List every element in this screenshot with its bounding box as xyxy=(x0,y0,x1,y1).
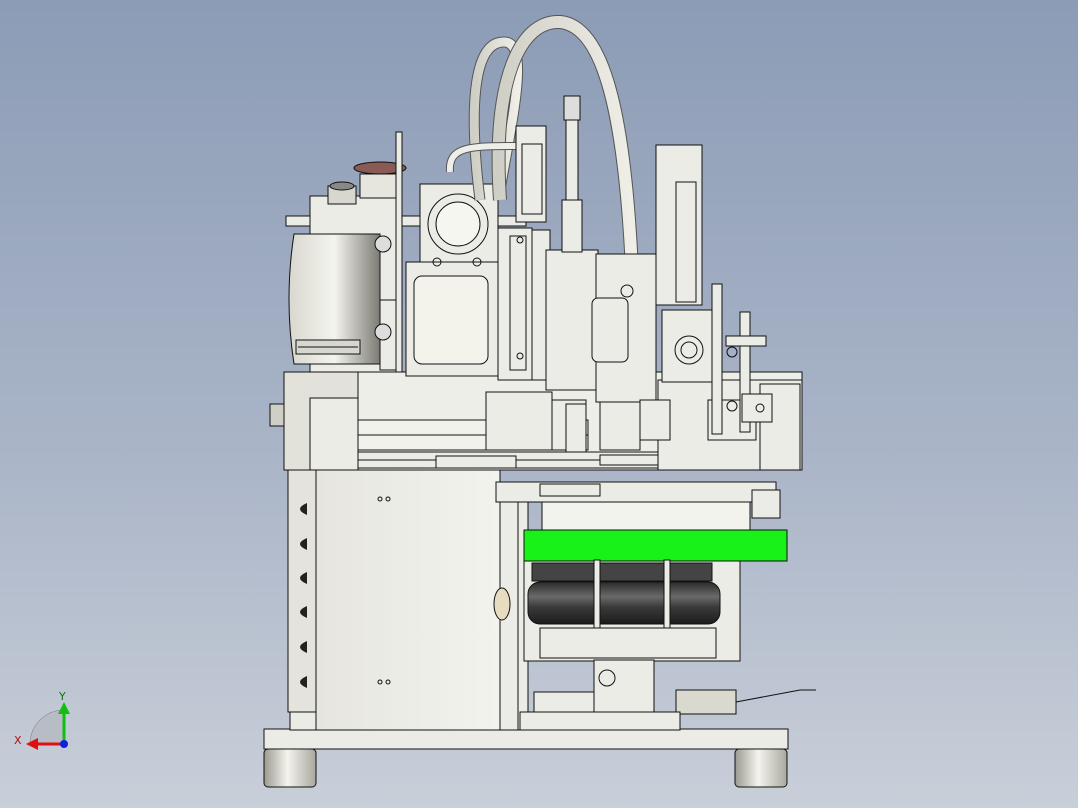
clamp-block xyxy=(593,659,655,717)
pneumatic-valve xyxy=(563,95,581,121)
emergency-button-base xyxy=(359,173,401,199)
highlighted-plate xyxy=(523,529,788,562)
base-plate xyxy=(263,728,789,750)
lower-cabinet xyxy=(315,469,501,731)
sensor-cable xyxy=(735,689,816,703)
conveyor-carriage xyxy=(495,481,777,503)
roller-drum xyxy=(527,581,721,625)
left-finned-housing xyxy=(287,467,317,713)
triad-z-axis xyxy=(60,740,68,748)
machine-assembly-drawing: Y X xyxy=(14,15,816,788)
triad-x-label: X xyxy=(14,734,22,747)
triad-y-label: Y xyxy=(58,690,66,703)
cad-viewport[interactable]: Y X xyxy=(0,0,1078,808)
axis-triad: Y X xyxy=(14,690,70,750)
triad-disc xyxy=(29,709,65,745)
base-foot-left xyxy=(263,748,317,788)
base-foot-right xyxy=(734,748,788,788)
